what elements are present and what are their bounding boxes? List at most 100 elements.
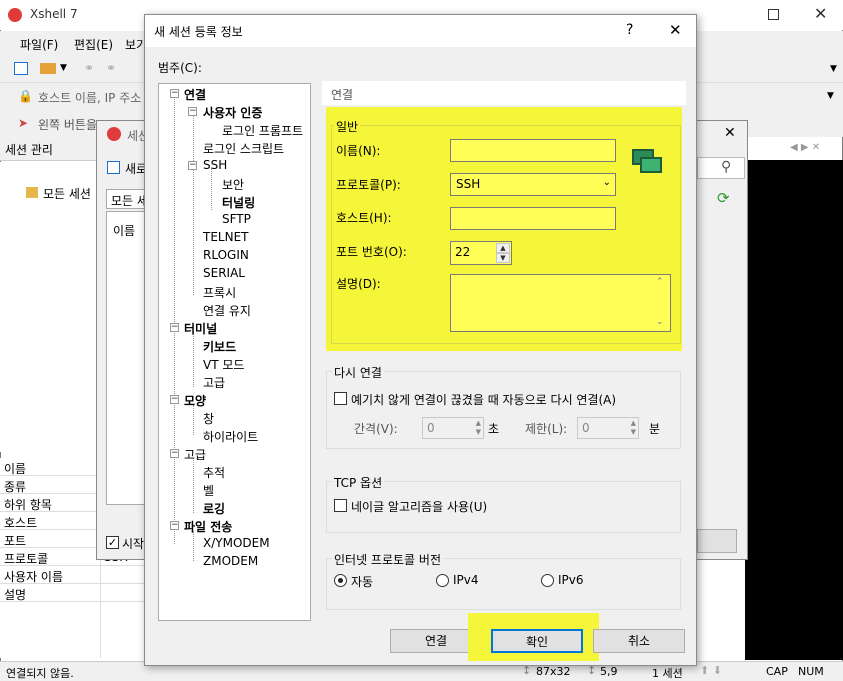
tree-window[interactable]: 창 — [203, 410, 214, 427]
tree-terminal[interactable]: 터미널 — [184, 320, 217, 337]
tree-advanced[interactable]: 고급 — [184, 446, 206, 463]
name-input[interactable] — [450, 139, 616, 162]
limit-input[interactable]: 0 ▲ ▼ — [577, 417, 639, 439]
search-icon[interactable]: ⚲ — [721, 159, 731, 175]
limit-spin-icon[interactable]: ▲ ▼ — [631, 419, 636, 437]
tree-appearance[interactable]: 모양 — [184, 392, 206, 409]
interval-input[interactable]: 0 ▲ ▼ — [422, 417, 484, 439]
tree-proxy[interactable]: 프록시 — [203, 284, 236, 301]
limit-value: 0 — [582, 421, 590, 435]
nagle-checkbox[interactable] — [334, 499, 347, 512]
tree-telnet[interactable]: TELNET — [203, 230, 249, 244]
port-input[interactable]: 22 ▲ ▼ — [450, 241, 512, 265]
limit-unit: 분 — [649, 422, 661, 436]
tree-xymodem[interactable]: X/YMODEM — [203, 536, 270, 550]
tree-login-script[interactable]: 로그인 스크립트 — [203, 140, 284, 157]
tree-keepalive[interactable]: 연결 유지 — [203, 302, 251, 319]
tree-logging[interactable]: 로깅 — [203, 500, 225, 517]
expand-appearance-icon[interactable]: − — [170, 395, 179, 404]
tree-serial[interactable]: SERIAL — [203, 266, 245, 280]
dropdown-arrow-icon[interactable]: ▼ — [60, 63, 67, 73]
status-connection: 연결되지 않음. — [6, 667, 74, 680]
sessions-close-icon[interactable]: ✕ — [724, 125, 736, 141]
interval-value: 0 — [427, 421, 435, 435]
ipv6-radio[interactable] — [541, 574, 554, 587]
expand-connection-icon[interactable]: − — [170, 89, 179, 98]
tree-bell[interactable]: 벨 — [203, 482, 214, 499]
link-icon[interactable]: ⚭ — [84, 61, 94, 75]
menu-file[interactable]: 파일(F) — [20, 36, 58, 53]
address-dropdown-icon[interactable]: ▼ — [827, 91, 834, 101]
panel-header-text: 연결 — [331, 88, 354, 102]
new-session-icon[interactable] — [14, 62, 28, 75]
auto-reconnect-checkbox[interactable] — [334, 392, 347, 405]
tip-text: 왼쪽 버튼을 — [38, 118, 98, 132]
tree-file-transfer[interactable]: 파일 전송 — [184, 518, 232, 535]
tree-terminal-advanced[interactable]: 고급 — [203, 374, 225, 391]
tree-connection[interactable]: 연결 — [184, 86, 206, 103]
status-size: 87x32 — [536, 665, 571, 678]
scroll-down-icon[interactable]: ⌄ — [656, 317, 664, 327]
tree-tunneling[interactable]: 터널링 — [222, 194, 255, 211]
expand-file-transfer-icon[interactable]: − — [170, 521, 179, 530]
scroll-up-icon[interactable]: ⌃ — [656, 277, 664, 287]
panel-header: 연결 — [322, 81, 686, 105]
host-label: 호스트(H): — [336, 211, 392, 225]
tree-user-auth[interactable]: 사용자 인증 — [203, 104, 262, 121]
description-textarea[interactable] — [450, 274, 671, 332]
new-session-icon[interactable] — [107, 161, 120, 174]
tcp-title: TCP 옵션 — [332, 474, 385, 491]
tree-sftp[interactable]: SFTP — [222, 212, 251, 226]
close-icon[interactable]: ✕ — [814, 4, 827, 23]
open-folder-icon[interactable] — [40, 63, 56, 74]
tree-trace[interactable]: 추적 — [203, 464, 225, 481]
refresh-icon[interactable]: ⟳ — [717, 189, 730, 207]
unlink-icon[interactable]: ⚭ — [106, 61, 116, 75]
port-value: 22 — [455, 245, 471, 259]
sessions-right-button[interactable] — [697, 529, 737, 553]
dialog-close-icon[interactable]: ✕ — [669, 21, 682, 39]
cancel-button[interactable]: 취소 — [593, 629, 685, 653]
dialog-title: 새 세션 등록 정보 — [154, 25, 243, 39]
prop-host: 호스트 — [4, 516, 38, 530]
protocol-select[interactable]: SSH ⌄ — [450, 173, 616, 196]
tree-vt-mode[interactable]: VT 모드 — [203, 356, 244, 373]
auto-reconnect-label: 예기치 않게 연결이 끊겼을 때 자동으로 다시 연결(A) — [351, 393, 617, 407]
tree-keyboard[interactable]: 키보드 — [203, 338, 236, 355]
tree-ssh[interactable]: SSH — [203, 158, 227, 172]
maximize-icon[interactable] — [768, 9, 779, 20]
sessions-col-name: 이름 — [113, 224, 136, 238]
app-title: Xshell 7 — [30, 7, 78, 21]
reconnect-title: 다시 연결 — [332, 364, 384, 381]
ipv4-radio[interactable] — [436, 574, 449, 587]
port-down-icon[interactable]: ▼ — [496, 253, 510, 263]
expand-terminal-icon[interactable]: − — [170, 323, 179, 332]
expand-ssh-icon[interactable]: − — [188, 161, 197, 170]
terminal-area[interactable] — [745, 160, 843, 660]
right-nav-arrows: ◀ ▶ ✕ — [790, 142, 821, 153]
session-computer-icon — [628, 147, 662, 177]
tree-security[interactable]: 보안 — [222, 176, 244, 193]
nagle-label: 네이글 알고리즘을 사용(U) — [351, 500, 488, 514]
all-sessions-item[interactable]: 모든 세션 — [43, 185, 91, 202]
host-input[interactable] — [450, 207, 616, 230]
ok-button[interactable]: 확인 — [491, 629, 583, 653]
expand-advanced-icon[interactable]: − — [170, 449, 179, 458]
ip-auto-radio[interactable] — [334, 574, 347, 587]
tree-rlogin[interactable]: RLOGIN — [203, 248, 249, 262]
interval-spin-icon[interactable]: ▲ ▼ — [476, 419, 481, 437]
port-up-icon[interactable]: ▲ — [496, 243, 510, 253]
xshell-logo-icon — [8, 8, 22, 22]
tree-highlight[interactable]: 하이라이트 — [203, 428, 258, 445]
help-button[interactable]: ? — [626, 22, 633, 38]
description-label: 설명(D): — [336, 277, 381, 291]
address-input[interactable]: 호스트 이름, IP 주소 — [38, 89, 141, 106]
expand-user-auth-icon[interactable]: − — [188, 107, 197, 116]
tree-login-prompt[interactable]: 로그인 프롬프트 — [222, 122, 303, 139]
status-num: NUM — [798, 665, 824, 678]
toolbar-dropdown-icon[interactable]: ▼ — [830, 64, 837, 74]
tree-zmodem[interactable]: ZMODEM — [203, 554, 258, 568]
startup-checkbox[interactable]: ✓ — [106, 536, 119, 549]
menu-edit[interactable]: 편집(E) — [74, 36, 113, 53]
status-caps: CAP — [766, 665, 788, 678]
